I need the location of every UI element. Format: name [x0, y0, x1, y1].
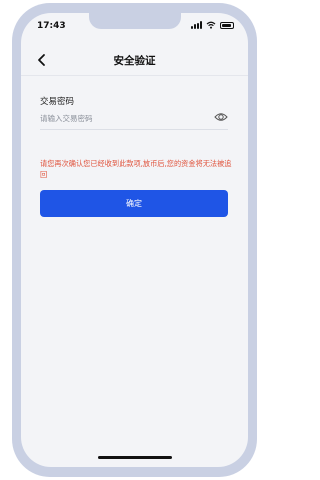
- signal-icon: [191, 21, 202, 29]
- status-time: 17:43: [37, 21, 66, 31]
- page-title: 安全验证: [113, 55, 156, 67]
- notch: [89, 13, 181, 29]
- app-screen: 17:43 安全验证 交易密码 请您再次确认您已经收到此款项,放币后,您的资金将…: [21, 13, 248, 467]
- status-bar: 17:43: [21, 13, 248, 39]
- status-icons: [191, 21, 234, 29]
- password-input[interactable]: [40, 109, 200, 127]
- eye-icon[interactable]: [214, 111, 228, 123]
- warning-message: 请您再次确认您已经收到此款项,放币后,您的资金将无法被追回: [40, 159, 232, 179]
- nav-bar: 安全验证: [21, 47, 248, 76]
- battery-icon: [220, 21, 234, 29]
- wifi-icon: [206, 21, 216, 29]
- home-indicator[interactable]: [98, 456, 172, 459]
- password-field: [40, 109, 228, 130]
- password-field-label: 交易密码: [40, 97, 75, 107]
- confirm-button[interactable]: 确定: [40, 190, 228, 217]
